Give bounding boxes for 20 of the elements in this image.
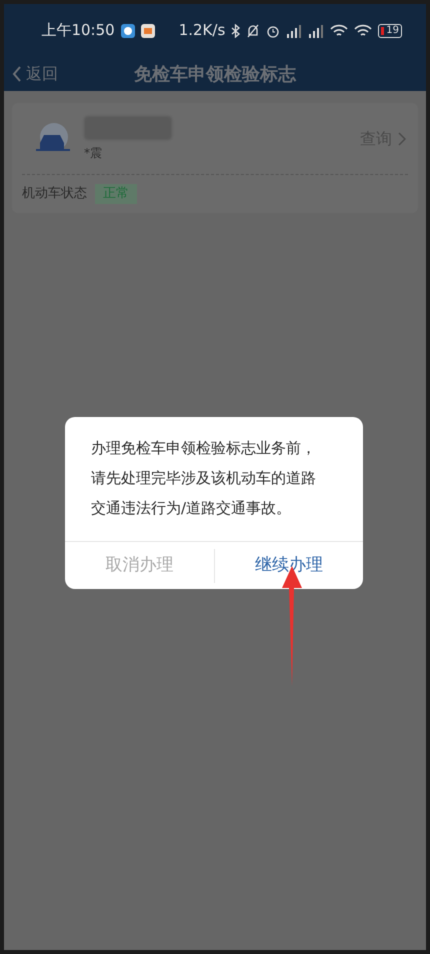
back-chevron-icon <box>12 66 22 82</box>
alarm-icon <box>266 24 280 38</box>
cancel-button[interactable]: 取消办理 <box>65 542 214 589</box>
wifi-icon <box>330 24 348 38</box>
status-time: 上午10:50 <box>41 20 115 42</box>
status-label: 机动车状态 <box>22 185 87 204</box>
app-icon <box>140 24 155 38</box>
page-title: 免检车申领检验标志 <box>134 62 296 86</box>
dialog-message: 办理免检车申领检验标志业务前，请先处理完毕涉及该机动车的道路交通违法行为/道路交通事故。 <box>90 438 317 519</box>
status-badge: 正常 <box>95 184 137 204</box>
battery-icon: 19 <box>378 24 402 38</box>
chevron-right-icon <box>398 132 406 146</box>
signal-icon <box>308 24 324 38</box>
bluetooth-icon <box>231 24 240 38</box>
wifi-icon <box>354 24 372 38</box>
bell-off-icon <box>246 24 260 38</box>
network-speed: 1.2K/s <box>178 20 226 42</box>
signal-icon <box>286 24 302 38</box>
plate-number: *震 <box>84 144 103 162</box>
back-button[interactable]: 返回 <box>12 62 58 86</box>
